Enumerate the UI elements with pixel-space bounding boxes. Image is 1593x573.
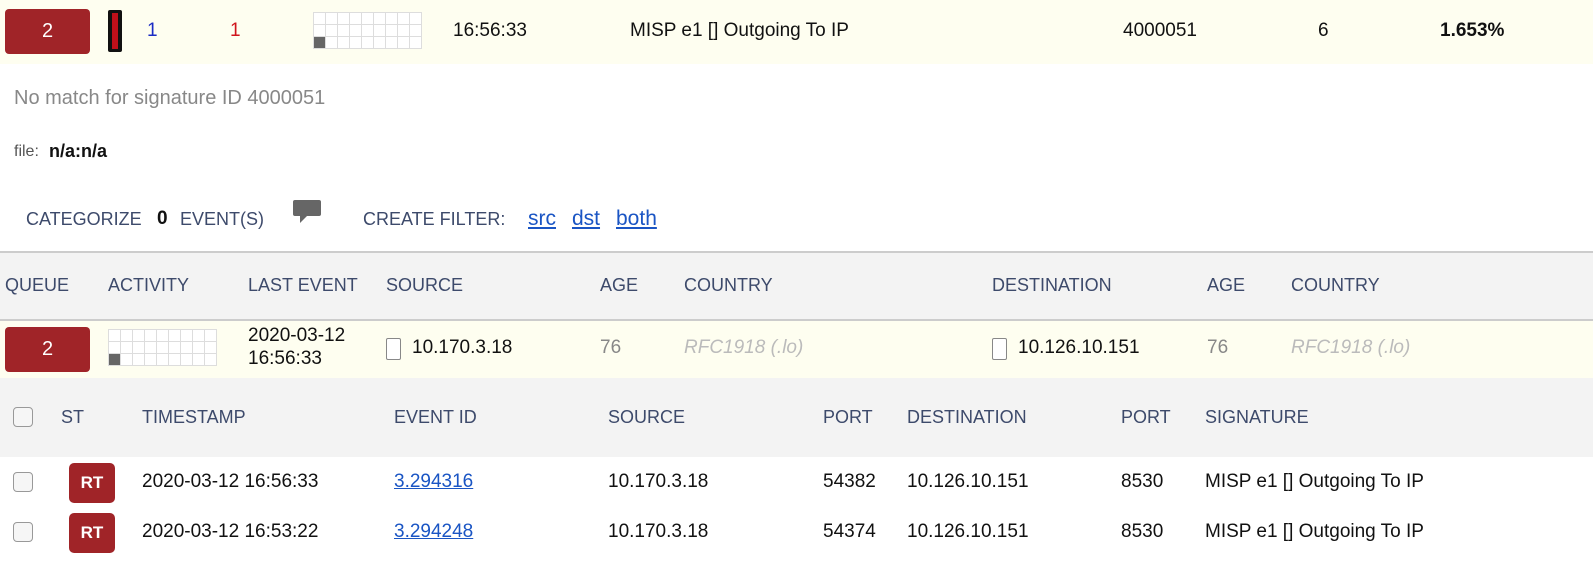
filter-dst-link[interactable]: dst [572,207,600,231]
comment-icon[interactable] [292,199,322,230]
col-timestamp[interactable]: TIMESTAMP [142,407,246,428]
status-badge[interactable]: RT [69,463,115,503]
col-source[interactable]: SOURCE [386,275,463,296]
col-dest-age[interactable]: AGE [1207,275,1245,296]
col-source-country[interactable]: COUNTRY [684,275,773,296]
categorize-count: 0 [157,208,168,229]
col-st[interactable]: ST [61,407,84,428]
categorize-label[interactable]: CATEGORIZE [26,209,142,230]
last-event-time: 16:56:33 [248,348,322,369]
col-last-event[interactable]: LAST EVENT [248,275,358,296]
event-destination: 10.126.10.151 [907,471,1029,492]
event-src-port: 54382 [823,471,876,492]
source-ip-icon[interactable] [386,338,401,360]
event-dst-port: 8530 [1121,471,1164,492]
last-event-date: 2020-03-12 [248,325,346,346]
event-destination: 10.126.10.151 [907,521,1029,542]
filter-src-link[interactable]: src [528,207,556,231]
dest-age: 76 [1207,337,1229,358]
status-badge[interactable]: RT [69,513,115,553]
col-destination[interactable]: DESTINATION [907,407,1027,428]
queue-row-badge[interactable]: 2 [5,327,90,372]
event-id-link[interactable]: 3.294316 [394,471,473,493]
source-country: RFC1918 (.lo) [684,337,804,358]
queue-table-header: QUEUE ACTIVITY LAST EVENT SOURCE AGE COU… [0,253,1593,319]
signature-id: 4000051 [1123,20,1197,41]
create-filter-label: CREATE FILTER: [363,209,506,229]
last-event-time: 16:56:33 [453,20,527,41]
select-all-checkbox[interactable] [13,407,33,427]
row-checkbox[interactable] [13,522,33,542]
queue-row[interactable]: 2 2020-03-12 16:56:33 10.170.3.18 76 RFC… [0,321,1593,378]
activity-grid [313,12,422,49]
events-label: EVENT(S) [180,209,265,229]
col-queue[interactable]: QUEUE [5,275,69,296]
event-percent: 1.653% [1440,20,1505,41]
source-count: 1 [147,20,158,41]
file-value: n/a:n/a [49,141,108,161]
table-row[interactable]: RT 2020-03-12 16:53:22 3.294248 10.170.3… [0,509,1593,555]
col-dest-country[interactable]: COUNTRY [1291,275,1380,296]
no-match-message: No match for signature ID 4000051 [14,87,326,109]
col-dst-port[interactable]: PORT [1121,407,1171,428]
event-signature: MISP e1 [] Outgoing To IP [1205,471,1424,492]
destination-ip[interactable]: 10.126.10.151 [1018,337,1140,359]
event-id-link[interactable]: 3.294248 [394,521,473,543]
col-source[interactable]: SOURCE [608,407,685,428]
col-activity[interactable]: ACTIVITY [108,275,189,296]
activity-grid [108,329,217,366]
event-source: 10.170.3.18 [608,521,709,542]
event-count: 6 [1318,20,1329,41]
destination-ip-icon[interactable] [992,338,1007,360]
event-timestamp: 2020-03-12 16:53:22 [142,521,319,542]
row-checkbox[interactable] [13,472,33,492]
col-source-age[interactable]: AGE [600,275,638,296]
queue-count-badge[interactable]: 2 [5,9,90,54]
event-dst-port: 8530 [1121,521,1164,542]
event-src-port: 54374 [823,521,876,542]
event-source: 10.170.3.18 [608,471,709,492]
col-event-id[interactable]: EVENT ID [394,407,477,428]
signature-summary-row[interactable]: 2 1 1 16:56:33 MISP e1 [] Outgoing To IP… [0,0,1593,64]
dest-country: RFC1918 (.lo) [1291,337,1411,358]
table-row[interactable]: RT 2020-03-12 16:56:33 3.294316 10.170.3… [0,459,1593,505]
signature-name[interactable]: MISP e1 [] Outgoing To IP [630,20,849,42]
event-signature: MISP e1 [] Outgoing To IP [1205,521,1424,542]
source-ip[interactable]: 10.170.3.18 [412,337,512,359]
destination-count: 1 [230,20,241,41]
severity-indicator [108,10,122,52]
col-src-port[interactable]: PORT [823,407,873,428]
col-destination[interactable]: DESTINATION [992,275,1112,296]
events-table-header: ST TIMESTAMP EVENT ID SOURCE PORT DESTIN… [0,378,1593,457]
filter-both-link[interactable]: both [616,207,657,231]
source-age: 76 [600,337,622,358]
event-timestamp: 2020-03-12 16:56:33 [142,471,319,492]
file-label: file: [14,143,39,160]
col-signature[interactable]: SIGNATURE [1205,407,1309,428]
